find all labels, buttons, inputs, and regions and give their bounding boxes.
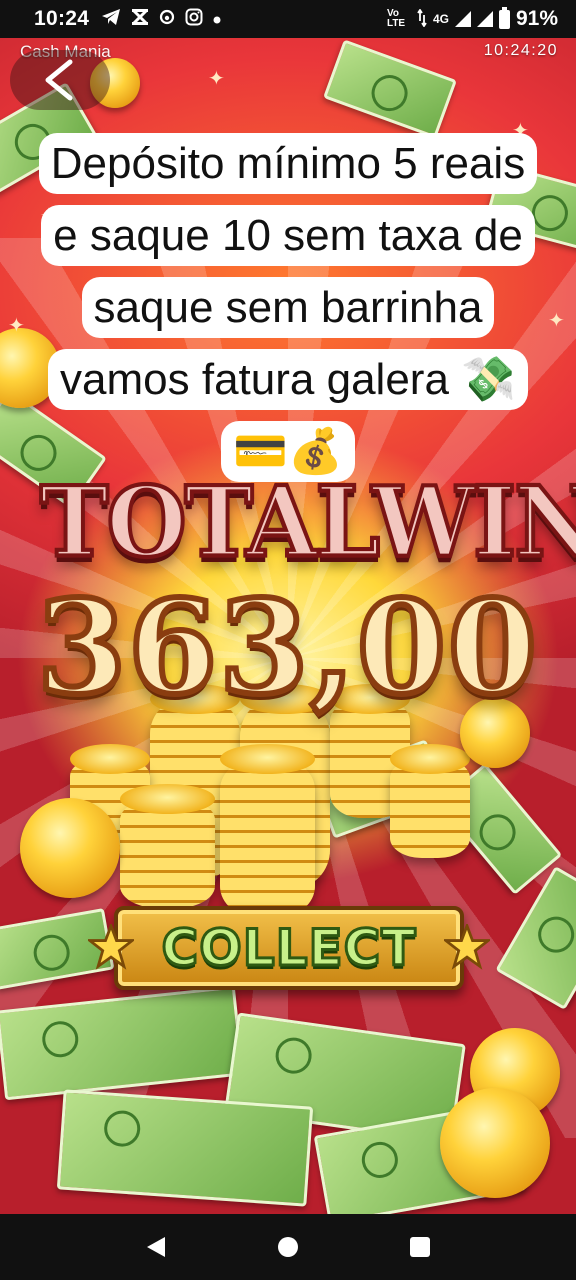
notification-icons xyxy=(101,8,221,31)
home-circle-icon xyxy=(278,1237,298,1257)
chevron-left-icon xyxy=(45,59,73,101)
sparkle-icon: ✦ xyxy=(8,315,25,337)
volte-label: Vo LTE xyxy=(386,8,406,29)
signal-icon-2 xyxy=(476,11,493,27)
coin-stack xyxy=(120,784,215,908)
x-icon xyxy=(131,8,149,31)
back-button[interactable] xyxy=(10,50,110,110)
nav-recents-button[interactable] xyxy=(400,1227,440,1267)
threads-icon xyxy=(159,8,175,31)
collect-button[interactable]: COLLECT xyxy=(114,906,464,990)
back-triangle-icon xyxy=(147,1237,165,1257)
star-icon xyxy=(88,924,134,970)
sparkle-icon: ✦ xyxy=(548,310,565,332)
win-amount: 363,00 xyxy=(34,570,540,726)
battery-level: 91% xyxy=(515,7,558,30)
recents-square-icon xyxy=(410,1237,430,1257)
dot-icon xyxy=(213,9,221,29)
status-bar: 10:24 Vo LTE 4G 91% xyxy=(0,0,576,38)
game-clock: 10:24:20 xyxy=(483,42,558,59)
nav-home-button[interactable] xyxy=(268,1227,308,1267)
money-bill xyxy=(56,1089,314,1207)
coin-stack xyxy=(390,744,470,858)
telegram-icon xyxy=(101,8,121,31)
gold-coin xyxy=(20,798,120,898)
money-bill xyxy=(323,39,457,139)
collect-button-wrap: COLLECT xyxy=(88,902,490,994)
coin-stack xyxy=(220,744,315,918)
instagram-icon xyxy=(185,8,203,31)
navigation-bar xyxy=(0,1214,576,1280)
system-icons: Vo LTE 4G xyxy=(386,6,510,30)
caption-text: Depósito mínimo 5 reais e saque 10 sem t… xyxy=(38,133,538,482)
story-caption: Depósito mínimo 5 reais e saque 10 sem t… xyxy=(30,128,546,488)
signal-icon-1 xyxy=(454,11,471,27)
battery-icon xyxy=(498,6,510,29)
star-icon xyxy=(444,924,490,970)
gold-coin xyxy=(440,1088,550,1198)
sparkle-icon: ✦ xyxy=(208,68,225,90)
collect-label: COLLECT xyxy=(160,918,417,979)
network-type-label: 4G xyxy=(432,12,449,26)
status-time: 10:24 xyxy=(34,7,90,30)
data-arrows-icon xyxy=(417,7,427,30)
nav-back-button[interactable] xyxy=(136,1227,176,1267)
